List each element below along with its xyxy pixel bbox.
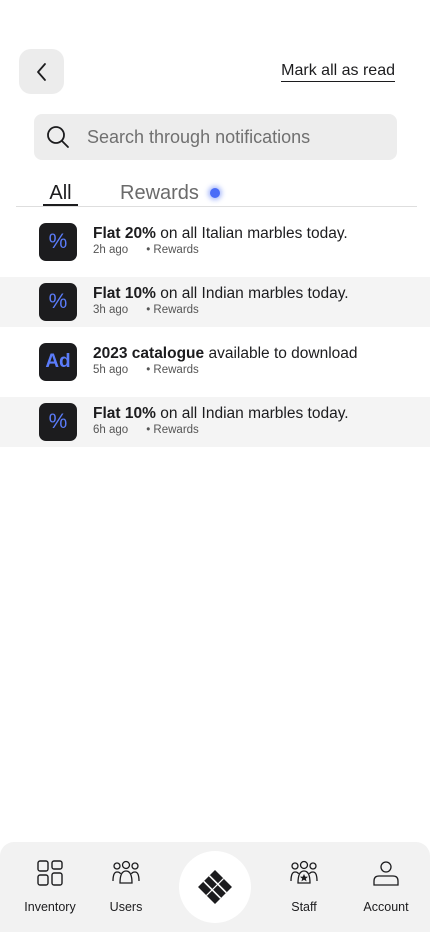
unread-dot-icon xyxy=(210,188,220,198)
search-icon xyxy=(47,126,69,148)
nav-staff[interactable]: Staff xyxy=(269,856,339,914)
notification-highlight: 2023 catalogue xyxy=(93,345,205,362)
discount-icon: % xyxy=(39,403,77,441)
notification-time: 2h ago xyxy=(93,244,129,256)
nav-account[interactable]: Account xyxy=(351,856,421,914)
ad-icon: Ad xyxy=(39,343,77,381)
users-icon xyxy=(112,860,140,884)
notification-item[interactable]: % Flat 20% on all Italian marbles today.… xyxy=(0,217,430,267)
nav-label: Staff xyxy=(291,900,317,914)
chevron-left-icon xyxy=(36,62,46,81)
logo-icon xyxy=(198,870,232,904)
notification-tabs: All Rewards xyxy=(0,178,430,208)
tab-rewards[interactable]: Rewards xyxy=(120,181,199,205)
notification-title: 2023 catalogue available to download xyxy=(93,345,358,363)
notification-title: Flat 10% on all Indian marbles today. xyxy=(93,285,349,303)
notification-highlight: Flat 10% xyxy=(93,405,156,422)
back-button[interactable] xyxy=(19,49,64,94)
home-logo-button[interactable] xyxy=(179,851,251,923)
notification-item[interactable]: % Flat 10% on all Indian marbles today. … xyxy=(0,277,430,327)
notification-category: Rewards xyxy=(153,424,199,436)
notification-title: Flat 10% on all Indian marbles today. xyxy=(93,405,349,423)
tab-all[interactable]: All xyxy=(43,181,78,205)
nav-label: Users xyxy=(109,900,143,914)
notification-text: on all Indian marbles today. xyxy=(155,405,349,422)
search-input[interactable] xyxy=(87,126,377,148)
nav-label: Account xyxy=(363,900,409,914)
bottom-navigation: Inventory Users Staff Account xyxy=(0,842,430,932)
nav-label: Inventory xyxy=(24,900,76,914)
notification-item[interactable]: % Flat 10% on all Indian marbles today. … xyxy=(0,397,430,447)
notification-text: available to download xyxy=(204,345,358,362)
grid-icon xyxy=(37,860,63,886)
mark-all-read-link[interactable]: Mark all as read xyxy=(281,62,395,82)
bullet-icon: • xyxy=(146,364,151,376)
nav-users[interactable]: Users xyxy=(91,856,161,914)
notification-item[interactable]: Ad 2023 catalogue available to download … xyxy=(0,337,430,387)
tabs-divider xyxy=(16,206,417,207)
discount-icon: % xyxy=(39,283,77,321)
notification-time: 3h ago xyxy=(93,304,129,316)
notification-meta: 2h ago • Rewards xyxy=(93,243,199,257)
notification-list: % Flat 20% on all Italian marbles today.… xyxy=(0,217,430,457)
bullet-icon: • xyxy=(146,304,151,316)
notification-meta: 5h ago • Rewards xyxy=(93,363,199,377)
account-icon xyxy=(373,861,399,886)
staff-icon xyxy=(290,860,318,884)
notification-category: Rewards xyxy=(153,304,199,316)
notification-title: Flat 20% on all Italian marbles today. xyxy=(93,225,348,243)
notification-text: on all Italian marbles today. xyxy=(155,225,348,242)
notification-time: 6h ago xyxy=(93,424,129,436)
notification-text: on all Indian marbles today. xyxy=(155,285,349,302)
notification-time: 5h ago xyxy=(93,364,129,376)
notification-highlight: Flat 10% xyxy=(93,285,156,302)
discount-icon: % xyxy=(39,223,77,261)
bullet-icon: • xyxy=(146,244,151,256)
bullet-icon: • xyxy=(146,424,151,436)
notification-meta: 3h ago • Rewards xyxy=(93,303,199,317)
notification-category: Rewards xyxy=(153,364,199,376)
notification-category: Rewards xyxy=(153,244,199,256)
search-bar[interactable] xyxy=(34,114,397,160)
nav-inventory[interactable]: Inventory xyxy=(15,856,85,914)
notification-meta: 6h ago • Rewards xyxy=(93,423,199,437)
notification-highlight: Flat 20% xyxy=(93,225,156,242)
